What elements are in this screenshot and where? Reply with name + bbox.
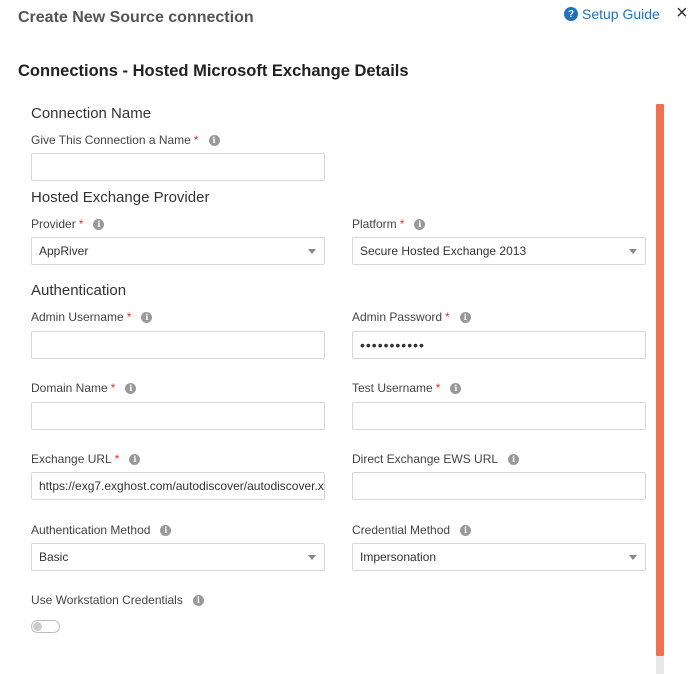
info-icon[interactable]: i [129, 453, 141, 465]
test-username-input[interactable] [352, 402, 646, 430]
group-title-authentication: Authentication [31, 282, 127, 299]
required-mark: * [126, 310, 132, 324]
workstation-credentials-toggle[interactable] [31, 620, 60, 633]
setup-guide-link[interactable]: ? Setup Guide [564, 6, 660, 22]
toggle-knob [33, 622, 42, 631]
label-text: Provider [31, 217, 76, 231]
exchange-url-input[interactable]: https://exg7.exghost.com/autodiscover/au… [31, 472, 325, 500]
platform-label: Platform * i [352, 217, 426, 231]
caret-down-icon [629, 249, 637, 254]
group-title-connection-name: Connection Name [31, 105, 152, 122]
test-username-label: Test Username * i [352, 381, 462, 395]
domain-name-label: Domain Name * i [31, 381, 137, 395]
connection-name-label: Give This Connection a Name * i [31, 133, 220, 147]
section-title: Connections - Hosted Microsoft Exchange … [18, 62, 409, 80]
caret-down-icon [629, 555, 637, 560]
close-icon[interactable]: × [676, 3, 688, 23]
label-text: Test Username [352, 381, 433, 395]
label-text: Give This Connection a Name [31, 133, 191, 147]
direct-ews-url-input[interactable] [352, 472, 646, 500]
required-mark: * [399, 217, 405, 231]
required-mark: * [445, 310, 450, 324]
platform-select[interactable]: Secure Hosted Exchange 2013 [352, 237, 646, 265]
credential-method-selected-value: Impersonation [360, 550, 437, 564]
label-text: Credential Method [352, 523, 451, 537]
info-icon[interactable]: i [460, 524, 472, 536]
required-mark: * [78, 217, 84, 231]
auth-method-label: Authentication Method i [31, 523, 172, 537]
platform-selected-value: Secure Hosted Exchange 2013 [360, 244, 527, 258]
info-icon[interactable]: i [208, 134, 220, 146]
exchange-url-label: Exchange URL * i [31, 452, 141, 466]
label-text: Domain Name [31, 381, 108, 395]
credential-method-select[interactable]: Impersonation [352, 543, 646, 571]
info-icon[interactable]: i [141, 311, 153, 323]
label-text: Use Workstation Credentials [31, 593, 183, 607]
admin-password-input[interactable]: ••••••••••• [352, 331, 646, 359]
info-icon[interactable]: i [414, 218, 426, 230]
info-icon[interactable]: i [93, 218, 105, 230]
provider-select[interactable]: AppRiver [31, 237, 325, 265]
caret-down-icon [308, 555, 316, 560]
dialog-title: Create New Source connection [18, 9, 254, 26]
required-mark: * [114, 452, 120, 466]
label-text: Exchange URL [31, 452, 112, 466]
required-mark: * [435, 381, 441, 395]
workstation-credentials-label: Use Workstation Credentials i [31, 593, 204, 607]
required-mark: * [110, 381, 116, 395]
credential-method-label: Credential Method i [352, 523, 472, 537]
auth-method-select[interactable]: Basic [31, 543, 325, 571]
caret-down-icon [308, 249, 316, 254]
admin-password-label: Admin Password * i [352, 310, 471, 324]
info-icon[interactable]: i [508, 453, 520, 465]
label-text: Authentication Method [31, 523, 151, 537]
group-title-provider: Hosted Exchange Provider [31, 189, 210, 206]
question-circle-icon: ? [564, 7, 578, 21]
admin-username-label: Admin Username * i [31, 310, 153, 324]
info-icon[interactable]: i [192, 594, 204, 606]
label-text: Admin Username [31, 310, 124, 324]
label-text: Platform [352, 217, 397, 231]
admin-username-input[interactable] [31, 331, 325, 359]
auth-method-selected-value: Basic [39, 550, 69, 564]
info-icon[interactable]: i [459, 311, 471, 323]
info-icon[interactable]: i [125, 382, 137, 394]
scrollbar-thumb[interactable] [656, 104, 664, 656]
label-text: Direct Exchange EWS URL [352, 452, 499, 466]
label-text: Admin Password [352, 310, 443, 324]
provider-label: Provider * i [31, 217, 105, 231]
required-mark: * [193, 133, 199, 147]
info-icon[interactable]: i [450, 382, 462, 394]
info-icon[interactable]: i [160, 524, 172, 536]
connection-name-input[interactable] [31, 153, 325, 181]
direct-ews-url-label: Direct Exchange EWS URL i [352, 452, 520, 466]
provider-selected-value: AppRiver [39, 244, 89, 258]
domain-name-input[interactable] [31, 402, 325, 430]
setup-guide-label: Setup Guide [582, 6, 660, 22]
